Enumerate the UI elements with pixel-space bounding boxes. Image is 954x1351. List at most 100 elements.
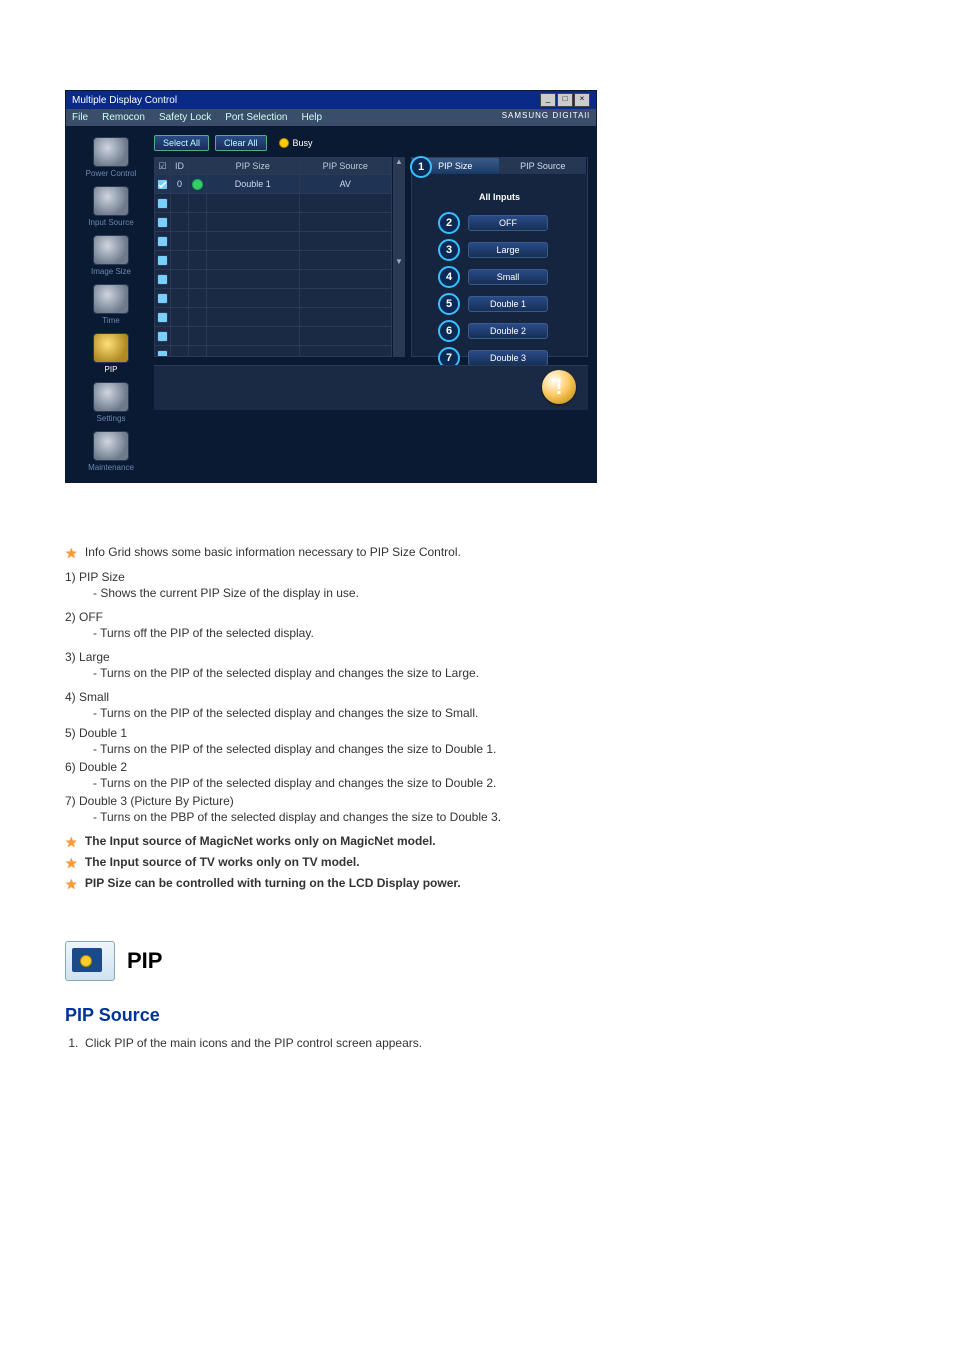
sidebar-item-settings[interactable]: Settings	[74, 380, 148, 425]
item-5: 5) Double 1 - Turns on the PIP of the se…	[65, 726, 889, 756]
close-icon[interactable]: ×	[574, 93, 590, 107]
item-title: Small	[79, 690, 109, 704]
sidebar-item-image-size[interactable]: Image Size	[74, 233, 148, 278]
item-number: 5)	[65, 726, 76, 740]
grid-header-pip-source: PIP Source	[300, 159, 392, 173]
row-checkbox[interactable]	[157, 350, 168, 357]
pip-section-icon	[65, 941, 115, 981]
double1-button[interactable]: Double 1	[468, 296, 548, 312]
busy-label: Busy	[293, 138, 313, 148]
tab-pip-source[interactable]: PIP Source	[500, 158, 588, 174]
all-inputs-label: All Inputs	[420, 192, 579, 202]
sidebar-item-label: PIP	[74, 365, 148, 374]
item-number: 7)	[65, 794, 76, 808]
grid-scrollbar[interactable]: ▲ ▼	[392, 157, 405, 357]
table-row[interactable]	[155, 194, 391, 213]
table-row[interactable]	[155, 308, 391, 327]
item-number: 6)	[65, 760, 76, 774]
note-text: The Input source of MagicNet works only …	[85, 834, 436, 848]
alert-icon[interactable]: !	[542, 370, 576, 404]
status-dot-icon	[192, 179, 203, 190]
menu-remocon[interactable]: Remocon	[102, 112, 145, 123]
menu-help[interactable]: Help	[301, 112, 322, 123]
sidebar-item-pip[interactable]: PIP	[74, 331, 148, 376]
grid-header-status	[189, 164, 207, 168]
scroll-down-icon[interactable]: ▼	[393, 257, 405, 357]
callout-5: 5	[438, 293, 460, 315]
row-checkbox[interactable]	[157, 198, 168, 209]
section-header: PIP	[65, 941, 889, 981]
table-row[interactable]	[155, 289, 391, 308]
select-all-button[interactable]: Select All	[154, 135, 209, 151]
sidebar-item-time[interactable]: Time	[74, 282, 148, 327]
item-number: 1)	[65, 570, 76, 584]
callout-4: 4	[438, 266, 460, 288]
sidebar-item-label: Settings	[74, 414, 148, 423]
small-button[interactable]: Small	[468, 269, 548, 285]
item-desc: - Turns off the PIP of the selected disp…	[93, 626, 889, 640]
item-title: Double 3 (Picture By Picture)	[79, 794, 234, 808]
item-desc: - Shows the current PIP Size of the disp…	[93, 586, 889, 600]
row-checkbox[interactable]	[157, 331, 168, 342]
sidebar-item-input-source[interactable]: Input Source	[74, 184, 148, 229]
sidebar-item-label: Input Source	[74, 218, 148, 227]
row-id: 0	[171, 175, 189, 193]
menu-port-selection[interactable]: Port Selection	[225, 112, 287, 123]
sidebar-item-power-control[interactable]: Power Control	[74, 135, 148, 180]
sidebar-item-label: Maintenance	[74, 463, 148, 472]
minimize-icon[interactable]: _	[540, 93, 556, 107]
menu-safety-lock[interactable]: Safety Lock	[159, 112, 211, 123]
item-1: 1) PIP Size - Shows the current PIP Size…	[65, 570, 889, 600]
item-title: OFF	[79, 610, 103, 624]
off-button[interactable]: OFF	[468, 215, 548, 231]
table-row[interactable]	[155, 346, 391, 356]
item-6: 6) Double 2 - Turns on the PIP of the se…	[65, 760, 889, 790]
clock-icon	[93, 284, 129, 314]
note-text: The Input source of TV works only on TV …	[85, 855, 360, 869]
item-2: 2) OFF - Turns off the PIP of the select…	[65, 610, 889, 640]
double2-button[interactable]: Double 2	[468, 323, 548, 339]
check-icon	[158, 180, 167, 189]
callout-6: 6	[438, 320, 460, 342]
star-icon	[65, 876, 78, 892]
table-row[interactable]	[155, 232, 391, 251]
item-title: PIP Size	[79, 570, 125, 584]
table-row[interactable]	[155, 213, 391, 232]
table-row[interactable]	[155, 251, 391, 270]
double3-button[interactable]: Double 3	[468, 350, 548, 366]
scroll-up-icon[interactable]: ▲	[393, 157, 405, 257]
busy-indicator-icon	[279, 138, 289, 148]
row-checkbox[interactable]	[157, 217, 168, 228]
table-row[interactable]: 0 Double 1 AV	[155, 175, 391, 194]
table-row[interactable]	[155, 270, 391, 289]
row-checkbox[interactable]	[157, 274, 168, 285]
mdc-window: Multiple Display Control _ □ × File Remo…	[65, 90, 597, 483]
row-checkbox[interactable]	[157, 179, 168, 190]
grid-header-pip-size: PIP Size	[207, 159, 300, 173]
row-checkbox[interactable]	[157, 293, 168, 304]
item-3: 3) Large - Turns on the PIP of the selec…	[65, 650, 889, 680]
grid-header-check[interactable]: ☑	[155, 159, 171, 174]
callout-2: 2	[438, 212, 460, 234]
row-checkbox[interactable]	[157, 255, 168, 266]
item-number: 4)	[65, 690, 76, 704]
row-checkbox[interactable]	[157, 312, 168, 323]
info-grid[interactable]: ☑ ID PIP Size PIP Source 0	[154, 157, 392, 357]
maximize-icon[interactable]: □	[557, 93, 573, 107]
intro-line: Info Grid shows some basic information n…	[65, 543, 889, 560]
item-desc: - Turns on the PIP of the selected displ…	[93, 666, 889, 680]
gear-icon	[93, 382, 129, 412]
table-row[interactable]	[155, 327, 391, 346]
item-desc: - Turns on the PBP of the selected displ…	[93, 810, 889, 824]
sidebar-item-maintenance[interactable]: Maintenance	[74, 429, 148, 474]
row-checkbox[interactable]	[157, 236, 168, 247]
intro-text: Info Grid shows some basic information n…	[85, 545, 461, 559]
large-button[interactable]: Large	[468, 242, 548, 258]
grid-header-id: ID	[171, 159, 189, 173]
power-icon	[93, 137, 129, 167]
item-desc: - Turns on the PIP of the selected displ…	[93, 776, 889, 790]
menu-file[interactable]: File	[72, 112, 88, 123]
clear-all-button[interactable]: Clear All	[215, 135, 267, 151]
note-1: The Input source of MagicNet works only …	[65, 832, 889, 849]
note-text: PIP Size can be controlled with turning …	[85, 876, 461, 890]
